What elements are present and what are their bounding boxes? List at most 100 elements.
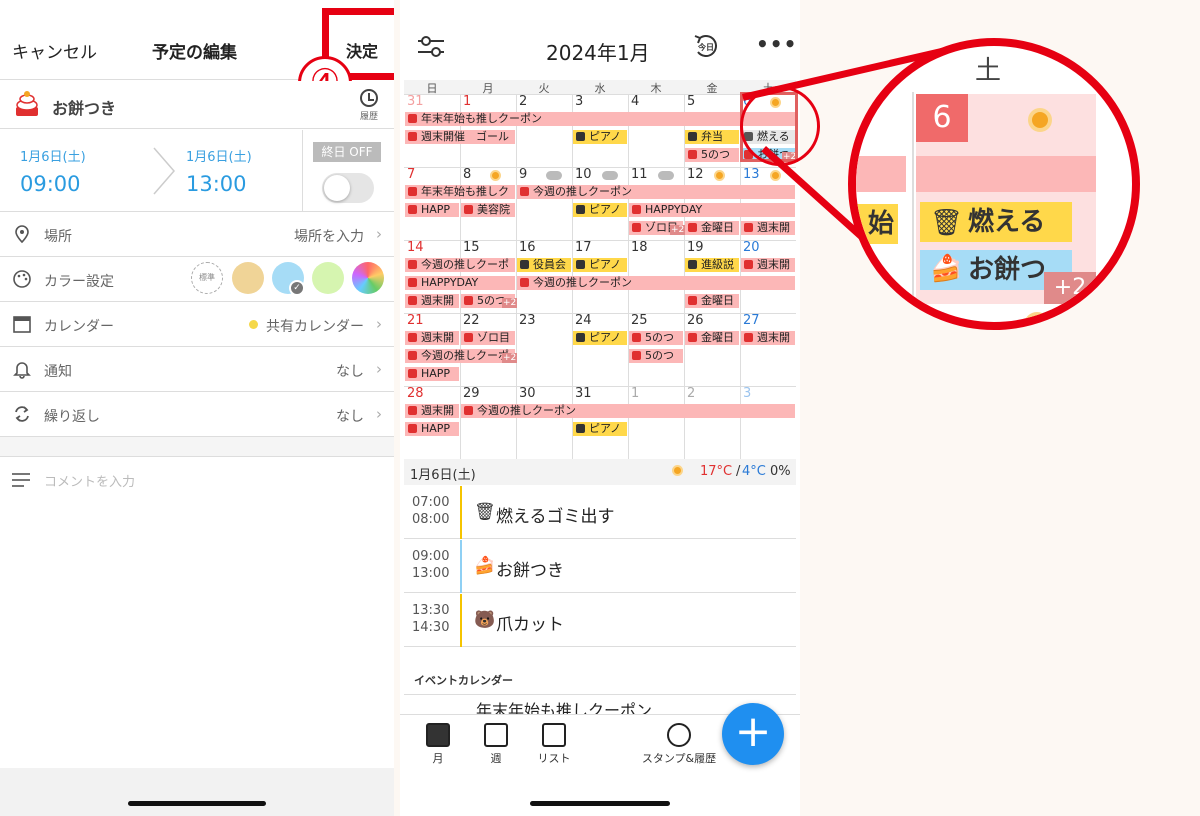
calendar-event-bar[interactable]: 週末開: [741, 331, 795, 345]
day-number[interactable]: 1: [631, 386, 639, 401]
calendar-event-bar[interactable]: 5のつ: [629, 349, 683, 363]
calendar-event-bar[interactable]: 美容院: [461, 203, 515, 217]
calendar-event-bar[interactable]: 5のつ: [629, 331, 683, 345]
calendar-event-bar[interactable]: 今週の推しクーポン: [517, 276, 795, 290]
day-number[interactable]: 23: [519, 313, 536, 328]
calendar-event-bar[interactable]: HAPP: [405, 422, 459, 436]
calendar-event-bar[interactable]: 週末開: [405, 331, 459, 345]
calendar-event-bar[interactable]: 進級説: [685, 258, 739, 272]
today-button[interactable]: 今日: [692, 32, 722, 62]
calendar-event-bar[interactable]: 金曜日: [685, 294, 739, 308]
calendar-event-bar[interactable]: 弁当: [685, 130, 739, 144]
day-event-row[interactable]: 13:30 14:30 🐻 爪カット: [404, 594, 796, 647]
calendar-event-bar[interactable]: HAPPYDAY: [629, 203, 795, 217]
day-number[interactable]: 22: [463, 313, 480, 328]
day-event-row[interactable]: 09:00 13:00 🍰 お餅つき: [404, 540, 796, 593]
day-number[interactable]: 12: [687, 167, 704, 182]
day-number[interactable]: 8: [463, 167, 471, 182]
calendar-event-bar[interactable]: 週末開: [405, 294, 459, 308]
day-number[interactable]: 16: [519, 240, 536, 255]
calendar-event-bar[interactable]: HAPP: [405, 203, 459, 217]
add-event-button[interactable]: +: [722, 703, 784, 765]
day-number[interactable]: 3: [575, 94, 583, 109]
more-events-badge[interactable]: +2: [502, 353, 518, 363]
end-time[interactable]: 13:00: [186, 172, 247, 196]
calendar-event-bar[interactable]: 今週の推しクーポン: [461, 404, 795, 418]
calendar-event-bar[interactable]: ピアノ: [573, 203, 627, 217]
calendar-event-bar[interactable]: 今週の推しクーポ: [405, 258, 515, 272]
calendar-event-bar[interactable]: 週末開: [405, 404, 459, 418]
color-default-option[interactable]: 標準: [191, 262, 223, 294]
calendar-event-bar[interactable]: ピアノ: [573, 130, 627, 144]
day-number[interactable]: 29: [463, 386, 480, 401]
cancel-button[interactable]: キャンセル: [12, 38, 97, 63]
more-menu-icon[interactable]: •••: [756, 32, 797, 56]
day-number[interactable]: 25: [631, 313, 648, 328]
day-number[interactable]: 4: [631, 94, 639, 109]
day-number[interactable]: 31: [575, 386, 592, 401]
day-number[interactable]: 24: [575, 313, 592, 328]
calendar-event-bar[interactable]: HAPPYDAY: [405, 276, 515, 290]
repeat-row[interactable]: 繰り返し なし ›: [0, 392, 394, 437]
calendar-event-bar[interactable]: 年末年始も推しク: [405, 185, 515, 199]
more-events-badge[interactable]: +2: [670, 225, 686, 235]
calendar-event-bar[interactable]: HAPP: [405, 367, 459, 381]
day-number[interactable]: 2: [519, 94, 527, 109]
calendar-event-bar[interactable]: 金曜日: [685, 331, 739, 345]
calendar-event-bar[interactable]: 週末開催 ゴール: [405, 130, 515, 144]
day-number[interactable]: 15: [463, 240, 480, 255]
day-number[interactable]: 20: [743, 240, 760, 255]
more-events-badge[interactable]: +2: [502, 298, 518, 308]
color-wheel-option[interactable]: [352, 262, 384, 294]
notify-row[interactable]: 通知 なし ›: [0, 347, 394, 392]
calendar-event-bar[interactable]: ピアノ: [573, 422, 627, 436]
place-input[interactable]: 場所を入力: [294, 226, 364, 246]
calendar-event-bar[interactable]: 今週の推しクーポ: [405, 349, 515, 363]
calendar-event-bar[interactable]: 役員会: [517, 258, 571, 272]
day-number[interactable]: 10: [575, 167, 592, 182]
day-number[interactable]: 5: [687, 94, 695, 109]
tab-list[interactable]: リスト: [524, 723, 584, 766]
calendar-event-bar[interactable]: 週末開: [741, 258, 795, 272]
start-time[interactable]: 09:00: [20, 172, 81, 196]
color-swatch-green[interactable]: [312, 262, 344, 294]
day-number[interactable]: 21: [407, 313, 424, 328]
event-title-row[interactable]: お餅つき 履歴: [0, 81, 394, 129]
comment-field[interactable]: コメントを入力: [0, 456, 394, 768]
day-event-row[interactable]: 07:00 08:00 🗑 燃えるゴミ出す: [404, 486, 796, 539]
tab-month[interactable]: 月: [408, 723, 468, 766]
day-number[interactable]: 19: [687, 240, 704, 255]
day-number[interactable]: 11: [631, 167, 648, 182]
day-number[interactable]: 30: [519, 386, 536, 401]
day-number[interactable]: 13: [743, 167, 760, 182]
tab-stamp-history[interactable]: スタンプ&履歴: [634, 723, 724, 766]
day-number[interactable]: 18: [631, 240, 648, 255]
start-date[interactable]: 1月6日(土): [20, 146, 86, 165]
color-swatch-beige[interactable]: [232, 262, 264, 294]
filter-sliders-icon[interactable]: [418, 36, 444, 58]
end-date[interactable]: 1月6日(土): [186, 146, 252, 165]
day-number[interactable]: 3: [743, 386, 751, 401]
day-number[interactable]: 7: [407, 167, 415, 182]
day-number[interactable]: 17: [575, 240, 592, 255]
place-row[interactable]: 場所 場所を入力 ›: [0, 212, 394, 257]
day-number[interactable]: 1: [463, 94, 471, 109]
day-number[interactable]: 26: [687, 313, 704, 328]
day-number[interactable]: 27: [743, 313, 760, 328]
day-number[interactable]: 14: [407, 240, 424, 255]
calendar-event-bar[interactable]: ピアノ: [573, 331, 627, 345]
history-button[interactable]: 履歴: [356, 89, 382, 122]
calendar-event-bar[interactable]: 今週の推しクーポン: [517, 185, 795, 199]
calendar-event-bar[interactable]: 5のつ: [685, 148, 739, 162]
day-number[interactable]: 2: [687, 386, 695, 401]
calendar-event-bar[interactable]: 年末年始も推しクーポン: [405, 112, 795, 126]
calendar-event-bar[interactable]: 週末開: [741, 221, 795, 235]
calendar-row[interactable]: カレンダー 共有カレンダー ›: [0, 302, 394, 347]
tab-week[interactable]: 週: [466, 723, 526, 766]
calendar-event-bar[interactable]: ゾロ目: [461, 331, 515, 345]
allday-toggle[interactable]: [322, 173, 374, 203]
day-number[interactable]: 31: [407, 94, 424, 109]
day-number[interactable]: 9: [519, 167, 527, 182]
day-number[interactable]: 28: [407, 386, 424, 401]
calendar-event-bar[interactable]: ピアノ: [573, 258, 627, 272]
